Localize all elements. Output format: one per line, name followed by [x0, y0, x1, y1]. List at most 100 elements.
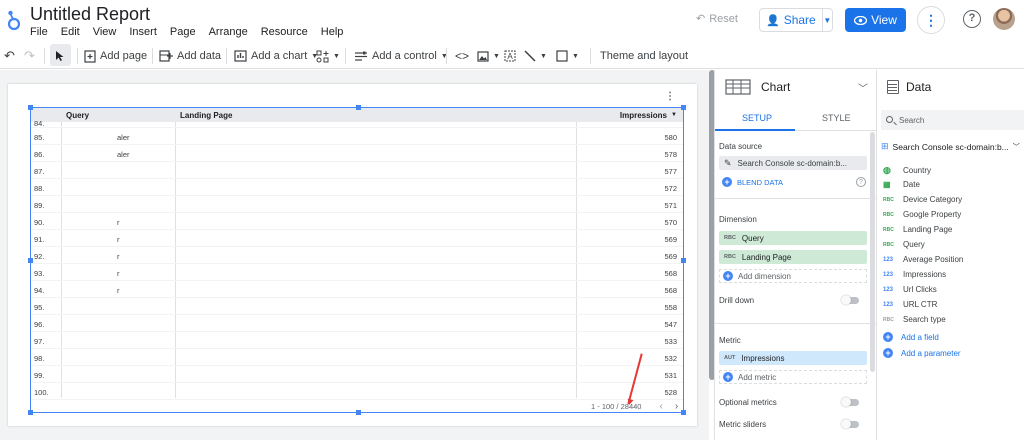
code-embed-icon[interactable]: <>	[455, 43, 469, 69]
next-page-icon[interactable]: ›	[675, 401, 678, 412]
looker-studio-logo-icon[interactable]	[6, 8, 22, 32]
dimension-chip-landing-page[interactable]: RBC Landing Page	[719, 250, 867, 264]
field-item[interactable]: 123 Average Position	[883, 255, 963, 264]
dimension-chip-query[interactable]: RBC Query	[719, 231, 867, 245]
metric-sliders-toggle[interactable]	[841, 419, 859, 429]
report-title[interactable]: Untitled Report	[30, 4, 150, 25]
add-person-icon: 👤	[766, 14, 780, 27]
resize-handle[interactable]	[681, 105, 686, 110]
data-source-chip[interactable]: ✎ Search Console sc-domain:b...	[719, 156, 867, 170]
header-query[interactable]: Query	[66, 111, 89, 120]
menu-file[interactable]: File	[30, 26, 48, 38]
field-item[interactable]: 123 URL CTR	[883, 300, 937, 309]
menu-resource[interactable]: Resource	[261, 26, 308, 38]
table-row[interactable]: 96. 547	[31, 315, 683, 332]
share-button[interactable]: 👤 Share ▼	[759, 8, 833, 32]
table-row[interactable]: 91. r 569	[31, 230, 683, 247]
table-row[interactable]: 86. aler 578	[31, 145, 683, 162]
table-chart[interactable]: Query Landing Page Impressions ▼ 84. 85. a…	[28, 105, 686, 415]
community-visualizations-button[interactable]: ▼	[316, 43, 340, 69]
more-options-icon[interactable]: ⋮	[917, 6, 945, 34]
resize-handle[interactable]	[356, 410, 361, 415]
add-page-button[interactable]: Add page	[84, 43, 147, 69]
redo-icon[interactable]: ↷	[24, 43, 35, 69]
add-data-button[interactable]: Add data	[159, 43, 221, 69]
number-type-icon: 123	[883, 271, 894, 278]
field-item[interactable]: ◍ Country	[883, 165, 931, 176]
resize-handle[interactable]	[28, 258, 33, 263]
pencil-icon[interactable]: ✎	[724, 158, 732, 169]
tab-style[interactable]: STYLE	[822, 113, 851, 123]
text-box-icon[interactable]: A	[504, 43, 516, 69]
share-dropdown-chevron-icon[interactable]: ▼	[823, 16, 832, 25]
drill-down-toggle[interactable]	[841, 295, 859, 305]
line-button[interactable]: ▼	[524, 43, 547, 69]
field-item[interactable]: RBC Search type	[883, 315, 946, 324]
menu-view[interactable]: View	[93, 26, 117, 38]
image-button[interactable]: ▼	[477, 43, 500, 69]
table-row[interactable]: 93. r 568	[31, 264, 683, 281]
dimension-name: Query	[741, 233, 764, 243]
add-chart-button[interactable]: Add a chart ▼	[234, 43, 318, 69]
add-field-button[interactable]: + Add a field	[883, 332, 939, 342]
resize-handle[interactable]	[356, 105, 361, 110]
tab-setup[interactable]: SETUP	[742, 113, 772, 123]
table-row[interactable]: 98. 532	[31, 349, 683, 366]
menu-help[interactable]: Help	[321, 26, 344, 38]
shape-button[interactable]: ▼	[556, 43, 579, 69]
menu-edit[interactable]: Edit	[61, 26, 80, 38]
field-item[interactable]: 123 Url Clicks	[883, 285, 937, 294]
undo-icon[interactable]: ↶	[4, 43, 15, 69]
menu-page[interactable]: Page	[170, 26, 196, 38]
theme-and-layout-button[interactable]: Theme and layout	[600, 43, 688, 69]
header-impressions[interactable]: Impressions	[620, 111, 667, 120]
blend-data-button[interactable]: + BLEND DATA	[719, 175, 867, 189]
menu-insert[interactable]: Insert	[129, 26, 157, 38]
table-row[interactable]: 88. 572	[31, 179, 683, 196]
field-item[interactable]: ▦ Date	[883, 180, 920, 189]
table-row[interactable]: 85. aler 580	[31, 128, 683, 145]
resize-handle[interactable]	[681, 258, 686, 263]
table-row[interactable]: 94. r 568	[31, 281, 683, 298]
field-item[interactable]: RBC Query	[883, 240, 925, 249]
optional-metrics-toggle[interactable]	[841, 397, 859, 407]
add-chart-label: Add a chart	[251, 50, 308, 62]
menu-arrange[interactable]: Arrange	[209, 26, 248, 38]
field-item[interactable]: 123 Impressions	[883, 270, 946, 279]
resize-handle[interactable]	[28, 410, 33, 415]
table-row[interactable]: 97. 533	[31, 332, 683, 349]
sort-descending-icon[interactable]: ▼	[671, 112, 677, 118]
metric-chip-impressions[interactable]: AUT Impressions	[719, 351, 867, 365]
table-row[interactable]: 92. r 569	[31, 247, 683, 264]
add-metric-button[interactable]: + Add metric	[719, 370, 867, 384]
table-row[interactable]: 89. 571	[31, 196, 683, 213]
add-dimension-button[interactable]: + Add dimension	[719, 269, 867, 283]
add-parameter-button[interactable]: + Add a parameter	[883, 348, 961, 358]
table-row[interactable]: 99. 531	[31, 366, 683, 383]
table-row[interactable]: 100. 528	[31, 383, 683, 400]
table-row[interactable]: 87. 577	[31, 162, 683, 179]
avatar[interactable]	[993, 8, 1015, 30]
field-search-input[interactable]: Search	[881, 110, 1024, 130]
table-chart-type-icon[interactable]	[725, 79, 751, 95]
field-item[interactable]: RBC Device Category	[883, 195, 962, 204]
add-control-button[interactable]: Add a control ▼	[354, 43, 448, 69]
table-row[interactable]: 95. 558	[31, 298, 683, 315]
header-landing-page[interactable]: Landing Page	[180, 111, 232, 120]
chart-properties-panel: Chart ﹀ SETUP STYLE Data source ✎ Search…	[714, 70, 877, 440]
field-item[interactable]: RBC Landing Page	[883, 225, 952, 234]
resize-handle[interactable]	[681, 410, 686, 415]
data-source-selector[interactable]: ⊞ Search Console sc-domain:b... ﹀	[881, 141, 1024, 152]
help-icon[interactable]: ?	[963, 10, 981, 28]
panel-scrollbar[interactable]	[870, 132, 875, 372]
view-button[interactable]: View	[845, 8, 906, 32]
chevron-down-icon[interactable]: ﹀	[858, 80, 868, 95]
menu-bar: File Edit View Insert Page Arrange Resou…	[30, 26, 356, 38]
help-icon[interactable]: ?	[856, 177, 866, 187]
field-item[interactable]: RBC Google Property	[883, 210, 961, 219]
chart-more-options-icon[interactable]: ⋮	[665, 91, 675, 102]
resize-handle[interactable]	[28, 105, 33, 110]
table-row[interactable]: 90. r 570	[31, 213, 683, 230]
reset-button[interactable]: ↶ Reset	[696, 12, 738, 26]
prev-page-icon[interactable]: ‹	[659, 401, 662, 412]
